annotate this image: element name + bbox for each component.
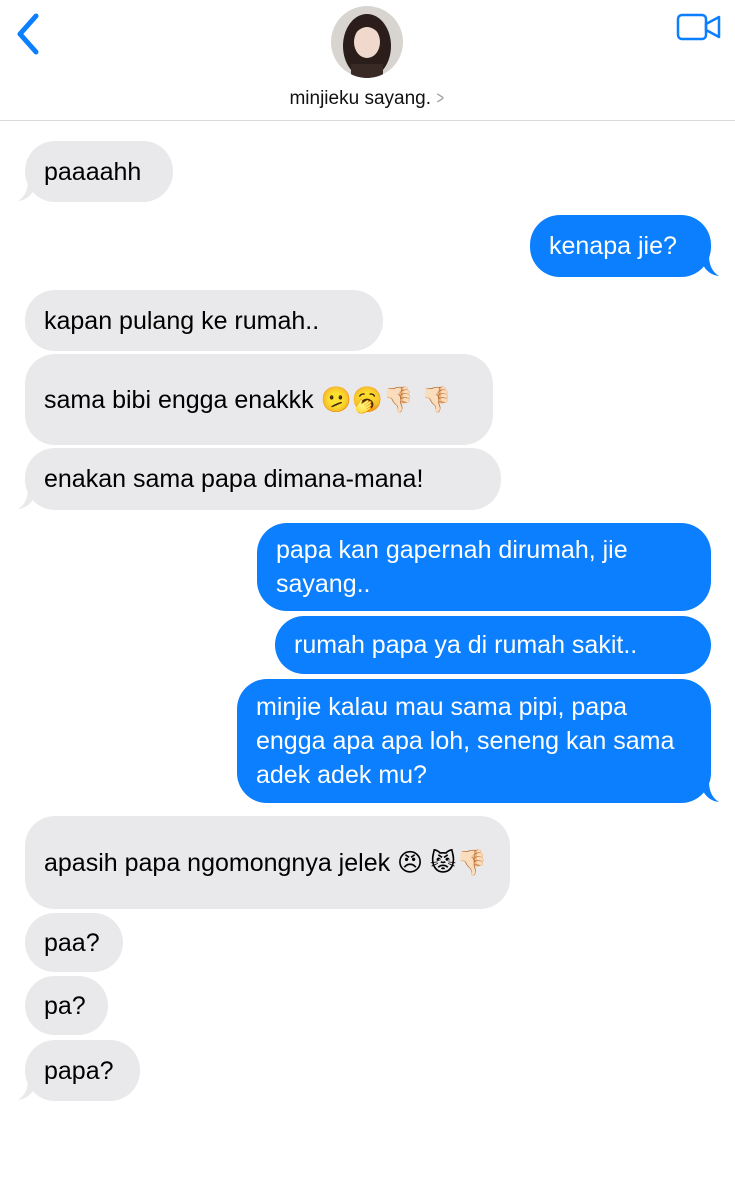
message-bubble-outgoing[interactable]: rumah papa ya di rumah sakit.. [275, 616, 711, 674]
message-bubble-incoming[interactable]: sama bibi engga enakkk 🫤🥱👎🏻 👎🏻 [25, 354, 493, 445]
conversation-header: minjieku sayang. > [0, 0, 735, 121]
message-bubble-outgoing[interactable]: papa kan gapernah dirumah, jie sayang.. [257, 523, 711, 611]
back-button[interactable] [12, 12, 46, 56]
message-bubble-incoming[interactable]: apasih papa ngomongnya jelek 😠 😾👎🏻 [25, 816, 510, 909]
message-bubble-outgoing[interactable]: minjie kalau mau sama pipi, papa engga a… [237, 679, 711, 803]
contact-name-link[interactable]: minjieku sayang. > [0, 88, 735, 110]
bubble-tail [18, 180, 36, 201]
message-bubble-incoming[interactable]: paaaahh [25, 141, 173, 202]
video-camera-icon [676, 13, 721, 41]
bubble-tail [701, 255, 719, 276]
message-bubble-incoming[interactable]: pa? [25, 976, 108, 1035]
avatar-photo [331, 6, 403, 78]
chevron-right-icon: > [436, 88, 444, 108]
bubble-tail [18, 1079, 36, 1100]
contact-avatar[interactable] [331, 6, 403, 78]
bubble-tail [18, 488, 36, 509]
video-call-button[interactable] [676, 12, 722, 42]
message-bubble-incoming[interactable]: paa? [25, 913, 123, 972]
contact-name: minjieku sayang. [289, 88, 431, 109]
message-thread[interactable]: paaaahh kenapa jie? kapan pulang ke ruma… [0, 120, 735, 1200]
bubble-tail [701, 781, 719, 802]
message-bubble-incoming[interactable]: papa? [25, 1040, 140, 1101]
message-bubble-outgoing[interactable]: kenapa jie? [530, 215, 711, 277]
message-bubble-incoming[interactable]: kapan pulang ke rumah.. [25, 290, 383, 351]
message-bubble-incoming[interactable]: enakan sama papa dimana-mana! [25, 448, 501, 510]
chevron-left-icon [17, 13, 39, 55]
